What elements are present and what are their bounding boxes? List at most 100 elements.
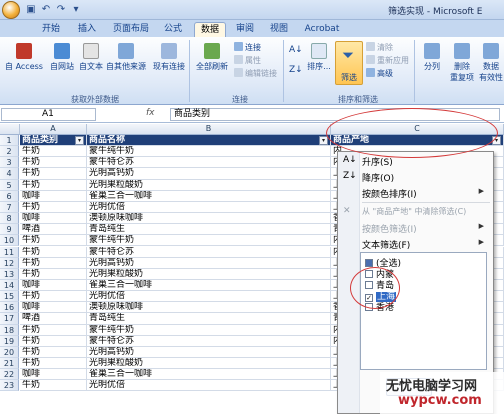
menu-sort-by-color[interactable]: 按颜色排序(I) ▶ (362, 187, 490, 200)
tab-data[interactable]: 数据 (194, 22, 226, 37)
row-number[interactable]: 23 (0, 380, 19, 392)
row-number[interactable]: 20 (0, 346, 19, 358)
cell-a[interactable]: 咖啡 (20, 213, 87, 225)
cell-a[interactable]: 牛奶 (20, 346, 87, 358)
menu-text-filter[interactable]: 文本筛选(F) ▶ (362, 238, 490, 251)
column-header-a[interactable]: A (20, 124, 87, 135)
row-number[interactable]: 18 (0, 324, 19, 336)
cell-b[interactable]: 蒙牛纯牛奶 (87, 146, 331, 158)
cell-b[interactable]: 雀巢三合一咖啡 (87, 369, 331, 381)
function-icon[interactable]: fx (146, 108, 155, 118)
cell-a[interactable]: 牛奶 (20, 324, 87, 336)
cell-b[interactable]: 光明优倍 (87, 201, 331, 214)
row-number[interactable]: 21 (0, 358, 19, 370)
cell-a[interactable]: 牛奶 (20, 268, 87, 280)
from-text-button[interactable]: 自文本 (76, 43, 106, 72)
cell-a[interactable]: 啤酒 (20, 224, 87, 236)
cell-b[interactable]: 蒙牛特仑苏 (87, 157, 331, 169)
row-number[interactable]: 3 (0, 157, 19, 169)
cell-a[interactable]: 牛奶 (20, 146, 87, 158)
cell-a[interactable]: 牛奶 (20, 257, 87, 269)
cell-b[interactable]: 青岛纯生 (87, 224, 331, 236)
row-number[interactable]: 19 (0, 335, 19, 347)
row-number[interactable]: 7 (0, 201, 19, 214)
row-number[interactable]: 6 (0, 190, 19, 202)
cell-b[interactable]: 光明优倍 (87, 380, 331, 392)
menu-clear-filter[interactable]: 从 "商品产地" 中清除筛选(C) (362, 206, 466, 217)
edit-links-button[interactable]: 编辑链接 (234, 68, 277, 79)
sort-za-icon[interactable]: Z↓ (289, 65, 303, 75)
cell-b[interactable]: 蒙牛纯牛奶 (87, 324, 331, 336)
cell-a[interactable]: 牛奶 (20, 291, 87, 303)
properties-button[interactable]: 属性 (234, 55, 261, 66)
tab-review[interactable]: 审阅 (230, 22, 260, 37)
chevron-down-icon[interactable]: ▾ (70, 4, 82, 16)
checkbox[interactable] (365, 259, 373, 267)
cell-b[interactable]: 雀巢三合一咖啡 (87, 279, 331, 292)
office-button[interactable] (2, 1, 20, 19)
column-header-b[interactable]: B (87, 124, 331, 135)
cell-b[interactable]: 光明高钙奶 (87, 168, 331, 180)
cell-a[interactable]: 牛奶 (20, 201, 87, 214)
cell-b[interactable]: 商品名称 ▾ (87, 135, 331, 147)
refresh-all-button[interactable]: 全部刷新 (192, 43, 232, 72)
row-number[interactable]: 22 (0, 369, 19, 381)
cell-a[interactable]: 咖啡 (20, 369, 87, 381)
cell-a[interactable]: 牛奶 (20, 246, 87, 258)
cell-a[interactable]: 牛奶 (20, 380, 87, 392)
row-number[interactable]: 11 (0, 246, 19, 258)
filter-dropdown-icon[interactable]: ▾ (75, 136, 84, 145)
cell-a[interactable]: 牛奶 (20, 358, 87, 370)
cell-b[interactable]: 雀巢三合一咖啡 (87, 190, 331, 202)
from-other-sources-button[interactable]: 自其他来源 (104, 43, 148, 72)
cell-b[interactable]: 光明果粒酸奶 (87, 179, 331, 191)
tab-home[interactable]: 开始 (36, 22, 66, 37)
cell-a[interactable]: 咖啡 (20, 190, 87, 202)
cell-a[interactable]: 商品类别 ▾ (20, 135, 87, 147)
row-number[interactable]: 9 (0, 224, 19, 236)
cell-b[interactable]: 青岛纯生 (87, 313, 331, 325)
clear-filter-button[interactable]: 清除 (366, 42, 393, 53)
connections-button[interactable]: 连接 (234, 42, 261, 53)
menu-filter-by-color[interactable]: 按颜色筛选(I) ▶ (362, 222, 490, 235)
cell-b[interactable]: 蒙牛纯牛奶 (87, 235, 331, 247)
cell-a[interactable]: 牛奶 (20, 168, 87, 180)
advanced-filter-button[interactable]: 高级 (366, 68, 393, 79)
cell-b[interactable]: 光明果粒酸奶 (87, 358, 331, 370)
from-web-button[interactable]: 自网站 (46, 43, 78, 72)
name-box[interactable]: A1 (1, 108, 96, 121)
row-number[interactable]: 12 (0, 257, 19, 269)
menu-sort-descending[interactable]: 降序(O) (362, 171, 394, 184)
undo-icon[interactable]: ↶ (40, 4, 52, 16)
cell-b[interactable]: 蒙牛特仑苏 (87, 246, 331, 258)
cell-b[interactable]: 澳顿原味咖啡 (87, 302, 331, 314)
row-number[interactable]: 4 (0, 168, 19, 180)
cell-a[interactable]: 咖啡 (20, 302, 87, 314)
tab-acrobat[interactable]: Acrobat (300, 22, 344, 37)
row-number[interactable]: 16 (0, 302, 19, 314)
cell-b[interactable]: 光明高钙奶 (87, 346, 331, 358)
cell-b[interactable]: 光明果粒酸奶 (87, 268, 331, 280)
cell-b[interactable]: 光明高钙奶 (87, 257, 331, 269)
row-number[interactable]: 5 (0, 179, 19, 191)
row-number[interactable]: 13 (0, 268, 19, 280)
filter-button[interactable]: ⏷ 筛选 (335, 41, 363, 85)
reapply-button[interactable]: 重新应用 (366, 55, 409, 66)
row-number[interactable]: 17 (0, 313, 19, 325)
remove-duplicates-button[interactable]: 删除 重复项 (448, 43, 476, 83)
save-icon[interactable]: ▣ (25, 4, 37, 16)
tab-page-layout[interactable]: 页面布局 (108, 22, 154, 37)
cell-a[interactable]: 牛奶 (20, 157, 87, 169)
cell-a[interactable]: 牛奶 (20, 179, 87, 191)
row-number[interactable]: 8 (0, 213, 19, 225)
existing-connections-button[interactable]: 现有连接 (152, 43, 186, 72)
row-number[interactable]: 10 (0, 235, 19, 247)
row-number[interactable]: 1 (0, 135, 19, 147)
sort-az-icon[interactable]: A↓ (289, 45, 303, 55)
tab-formulas[interactable]: 公式 (158, 22, 188, 37)
cell-b[interactable]: 澳顿原味咖啡 (87, 213, 331, 225)
select-all-corner[interactable] (0, 124, 20, 135)
tab-view[interactable]: 视图 (264, 22, 294, 37)
cell-a[interactable]: 啤酒 (20, 313, 87, 325)
sort-button[interactable]: 排序... (304, 43, 334, 72)
